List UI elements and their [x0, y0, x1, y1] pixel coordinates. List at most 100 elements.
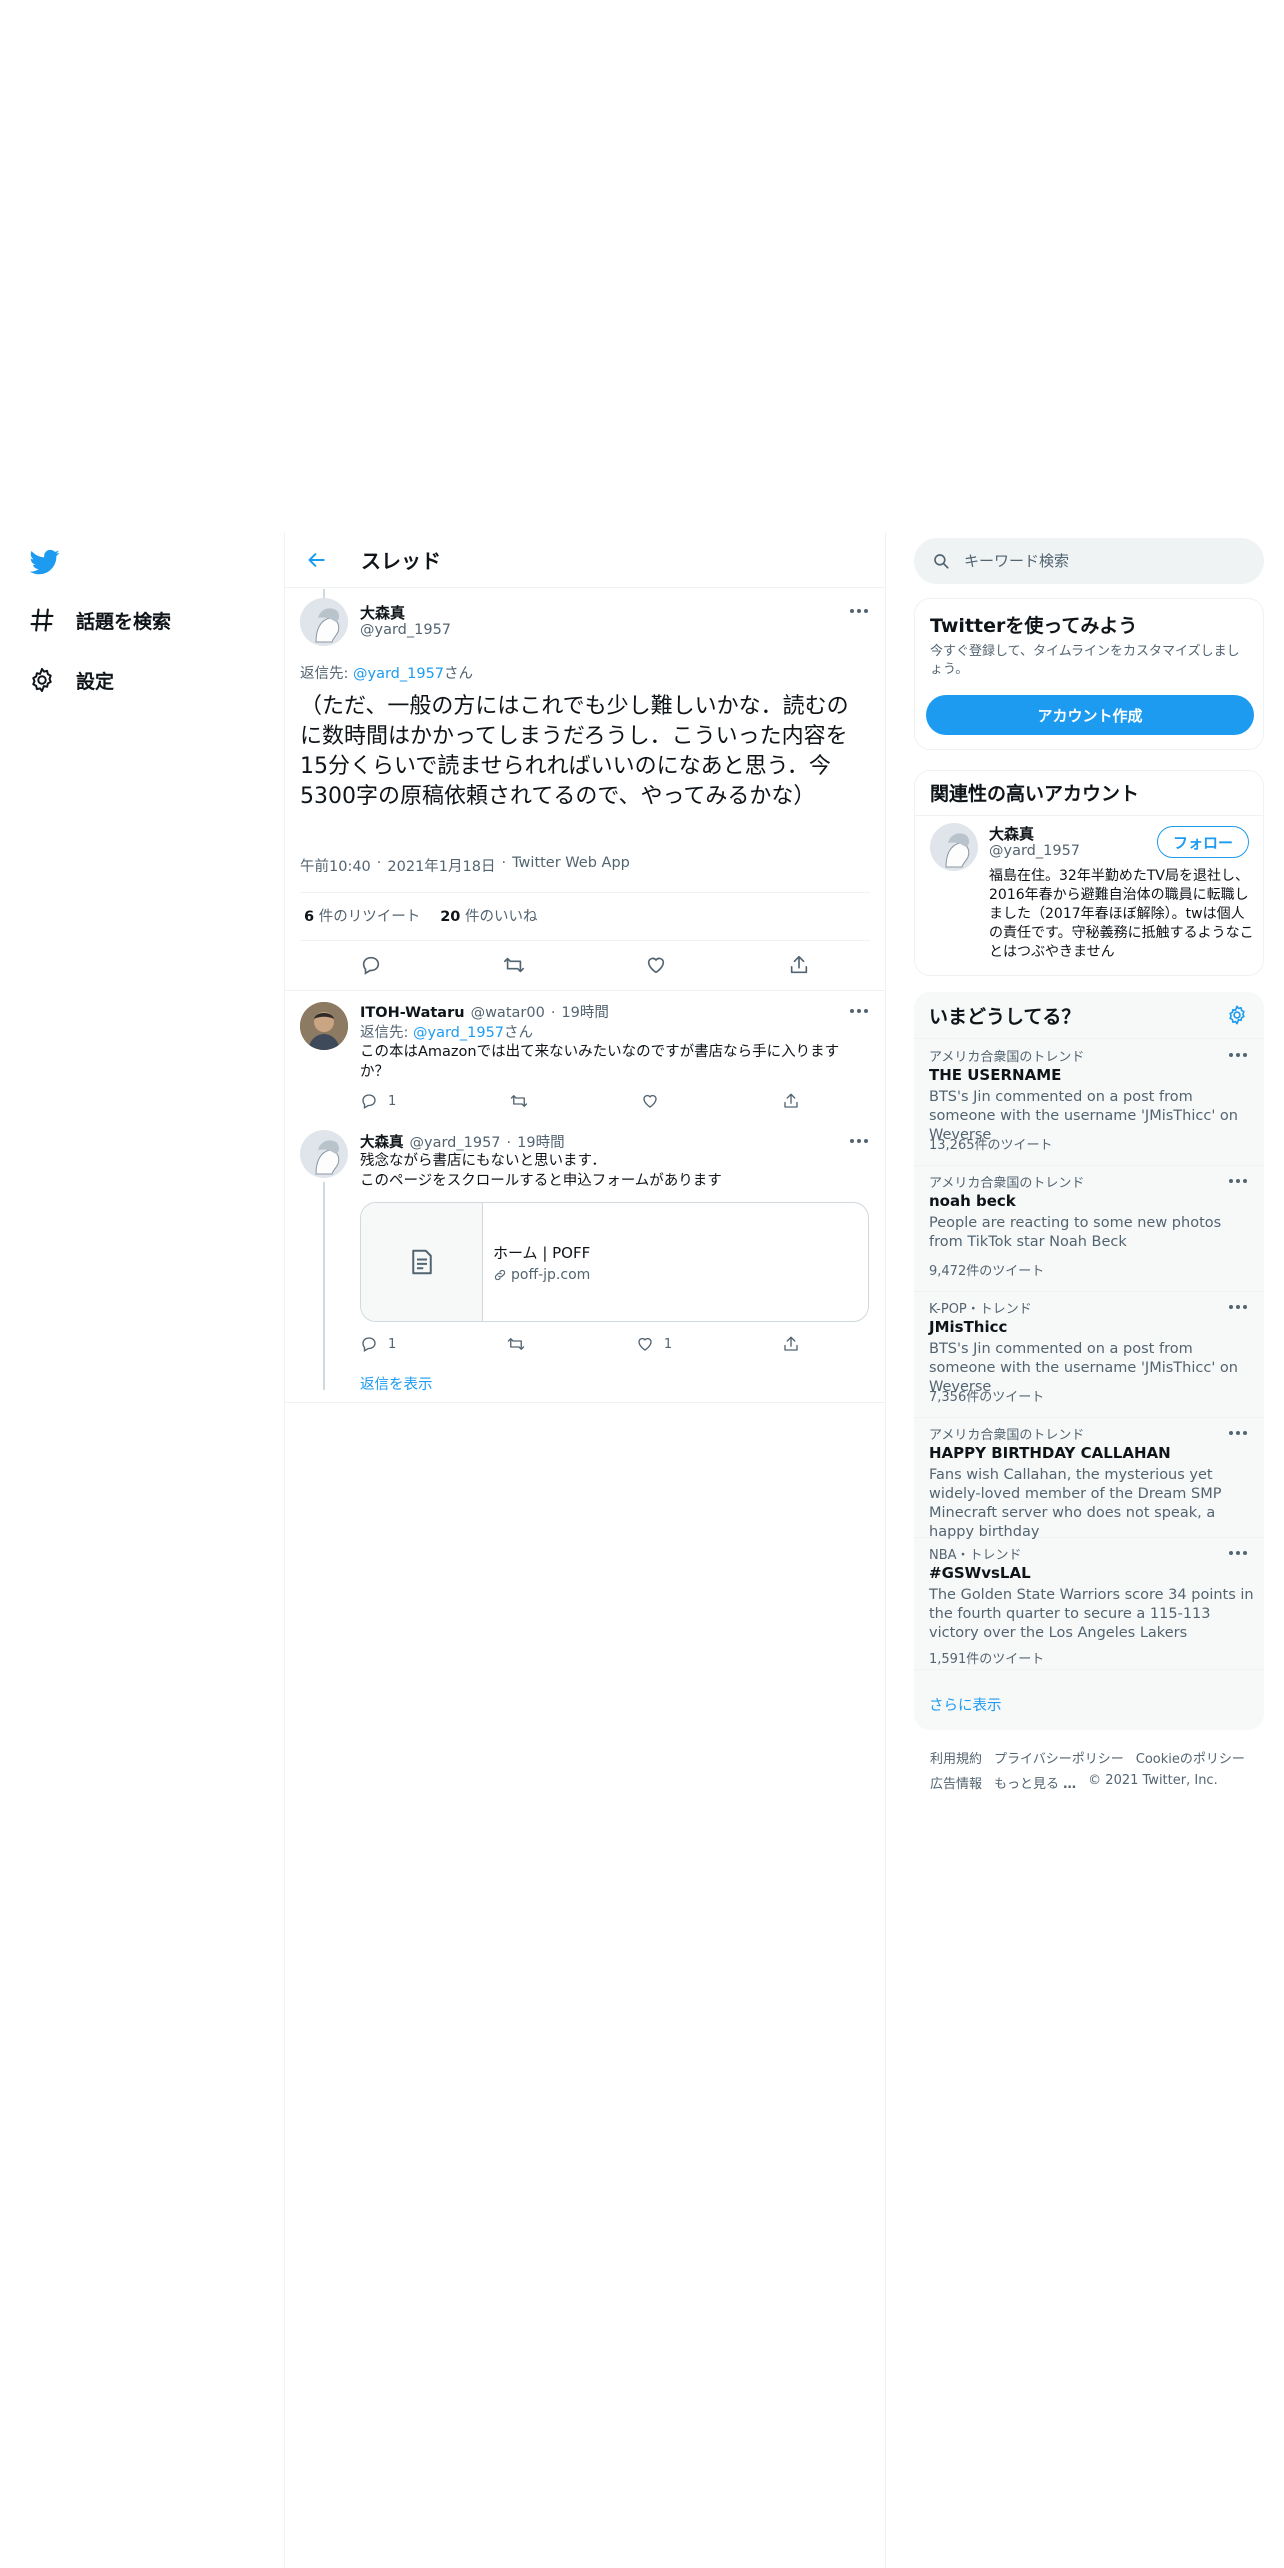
- reply-time[interactable]: 19時間: [517, 1131, 564, 1152]
- like-count: 20: [440, 909, 461, 925]
- more-icon[interactable]: [847, 606, 871, 616]
- like-stat[interactable]: 20 件のいいね: [440, 905, 537, 926]
- like-button[interactable]: 1: [636, 1335, 672, 1353]
- tweet-time[interactable]: 午前10:40: [300, 855, 371, 876]
- trend-meta: アメリカ合衆国のトレンド: [929, 1428, 1085, 1443]
- more-icon[interactable]: [1226, 1428, 1250, 1438]
- signup-title: Twitterを使ってみよう: [930, 615, 1138, 637]
- tweet-date[interactable]: 2021年1月18日: [387, 855, 495, 876]
- reply-text-line: 残念ながら書店にもないと思います．: [360, 1153, 606, 1169]
- link-card[interactable]: ホーム | POFF poff-jp.com: [360, 1202, 869, 1322]
- card-domain: poff-jp.com: [511, 1266, 591, 1283]
- share-button[interactable]: [782, 1092, 800, 1110]
- tweet-source[interactable]: Twitter Web App: [512, 855, 630, 876]
- trend-meta: K-POP・トレンド: [929, 1302, 1032, 1317]
- terms-link[interactable]: 利用規約: [930, 1748, 982, 1767]
- search-input[interactable]: [964, 552, 1244, 570]
- more-link-label: もっと見る: [994, 1777, 1060, 1792]
- hashtag-icon: [28, 606, 56, 634]
- reply-author-name[interactable]: ITOH-Wataru: [360, 1005, 465, 1021]
- search-bar[interactable]: [914, 538, 1264, 584]
- retweet-button[interactable]: [509, 1092, 529, 1110]
- avatar[interactable]: [300, 1002, 348, 1050]
- trend-item[interactable]: NBA・トレンド #GSWvsLAL The Golden State Warr…: [914, 1538, 1264, 1670]
- share-icon[interactable]: [784, 950, 814, 980]
- reply-author-name[interactable]: 大森真: [360, 1131, 404, 1152]
- more-icon[interactable]: [1226, 1176, 1250, 1186]
- cookies-link[interactable]: Cookieのポリシー: [1136, 1748, 1245, 1767]
- reply-header: ITOH-Wataru @watar00 · 19時間: [360, 1001, 609, 1022]
- avatar[interactable]: [930, 823, 978, 871]
- like-button[interactable]: [641, 1092, 669, 1110]
- reply-time[interactable]: 19時間: [561, 1001, 608, 1022]
- trend-name: #GSWvsLAL: [929, 1564, 1031, 1582]
- copyright: © 2021 Twitter, Inc.: [1088, 1773, 1218, 1788]
- relevant-accounts-panel: 関連性の高いアカウント 大森真 @yard_1957 フォロー 福島在住。32年…: [914, 770, 1264, 976]
- trend-name: JMisThicc: [929, 1318, 1008, 1336]
- more-icon[interactable]: [1226, 1302, 1250, 1312]
- relevant-name[interactable]: 大森真: [989, 823, 1034, 844]
- more-icon[interactable]: [847, 1006, 871, 1016]
- reply-to-suffix: さん: [504, 1025, 534, 1041]
- gear-icon[interactable]: [1226, 1004, 1248, 1026]
- show-more-link[interactable]: さらに表示: [929, 1694, 1002, 1715]
- reply-author-handle[interactable]: @watar00: [471, 1005, 545, 1021]
- share-button[interactable]: [782, 1335, 800, 1353]
- trend-item[interactable]: アメリカ合衆国のトレンド THE USERNAME BTS's Jin comm…: [914, 1040, 1264, 1166]
- reply-actions: 1: [360, 1092, 800, 1110]
- nav-explore[interactable]: 話題を検索: [28, 600, 171, 640]
- more-icon[interactable]: [847, 1136, 871, 1146]
- reply-to-handle-link[interactable]: @yard_1957: [353, 666, 444, 682]
- signup-panel: Twitterを使ってみよう 今すぐ登録して、タイムラインをカスタマイズしましょ…: [914, 598, 1264, 750]
- more-link[interactable]: もっと見る …: [994, 1773, 1076, 1792]
- main-column: [284, 532, 886, 2568]
- reply-button[interactable]: 1: [360, 1335, 396, 1353]
- back-arrow-icon[interactable]: [299, 542, 335, 578]
- more-icon[interactable]: [1226, 1548, 1250, 1558]
- ads-link[interactable]: 広告情報: [930, 1773, 982, 1792]
- card-domain-row: poff-jp.com: [493, 1267, 590, 1283]
- reply-button[interactable]: 1: [360, 1092, 396, 1110]
- trend-item[interactable]: アメリカ合衆国のトレンド HAPPY BIRTHDAY CALLAHAN Fan…: [914, 1418, 1264, 1540]
- signup-subtitle: 今すぐ登録して、タイムラインをカスタマイズしましょう。: [930, 644, 1240, 677]
- more-dots-icon: …: [1063, 1777, 1077, 1792]
- trend-name: noah beck: [929, 1192, 1016, 1210]
- trends-title: いまどうしてる？: [929, 1006, 1081, 1028]
- divider: [915, 815, 1263, 816]
- nav-settings[interactable]: 設定: [28, 660, 114, 700]
- reply-icon[interactable]: [356, 950, 386, 980]
- avatar[interactable]: [300, 1130, 348, 1178]
- reply-actions: 1 1: [360, 1335, 800, 1353]
- privacy-link[interactable]: プライバシーポリシー: [994, 1748, 1124, 1767]
- retweet-stat[interactable]: 6 件のリツイート: [304, 905, 420, 926]
- relevant-title: 関連性の高いアカウント: [930, 783, 1140, 805]
- twitter-bird-icon[interactable]: [28, 547, 62, 577]
- like-count: 1: [663, 1336, 673, 1352]
- like-icon[interactable]: [641, 950, 671, 980]
- author-handle[interactable]: @yard_1957: [360, 622, 451, 638]
- relevant-handle[interactable]: @yard_1957: [989, 843, 1080, 859]
- divider: [300, 892, 870, 893]
- divider: [914, 1038, 1264, 1039]
- reply-text-line: このページをスクロールすると申込フォームがあります: [360, 1173, 722, 1189]
- trend-count: 1,591件のツイート: [929, 1652, 1045, 1667]
- more-icon[interactable]: [1226, 1050, 1250, 1060]
- reply-count: 1: [388, 1093, 397, 1109]
- card-title: ホーム | POFF: [493, 1243, 591, 1262]
- retweet-icon[interactable]: [499, 950, 529, 980]
- trend-item[interactable]: アメリカ合衆国のトレンド noah beck People are reacti…: [914, 1166, 1264, 1292]
- show-replies-link[interactable]: 返信を表示: [360, 1373, 433, 1394]
- avatar[interactable]: [300, 598, 348, 646]
- page-title: スレッド: [361, 549, 441, 573]
- retweet-count: 6: [304, 909, 315, 925]
- trend-item[interactable]: K-POP・トレンド JMisThicc BTS's Jin commented…: [914, 1292, 1264, 1418]
- trend-description: People are reacting to some new photos f…: [929, 1215, 1222, 1250]
- author-name[interactable]: 大森真: [360, 602, 405, 623]
- follow-button[interactable]: フォロー: [1157, 826, 1249, 858]
- divider: [300, 940, 870, 941]
- reply-author-handle[interactable]: @yard_1957: [410, 1135, 501, 1151]
- create-account-button[interactable]: アカウント作成: [926, 695, 1254, 735]
- reply-to-handle-link[interactable]: @yard_1957: [413, 1025, 504, 1041]
- retweet-button[interactable]: [506, 1335, 526, 1353]
- tweet-meta: 午前10:40 · 2021年1月18日 · Twitter Web App: [300, 855, 630, 876]
